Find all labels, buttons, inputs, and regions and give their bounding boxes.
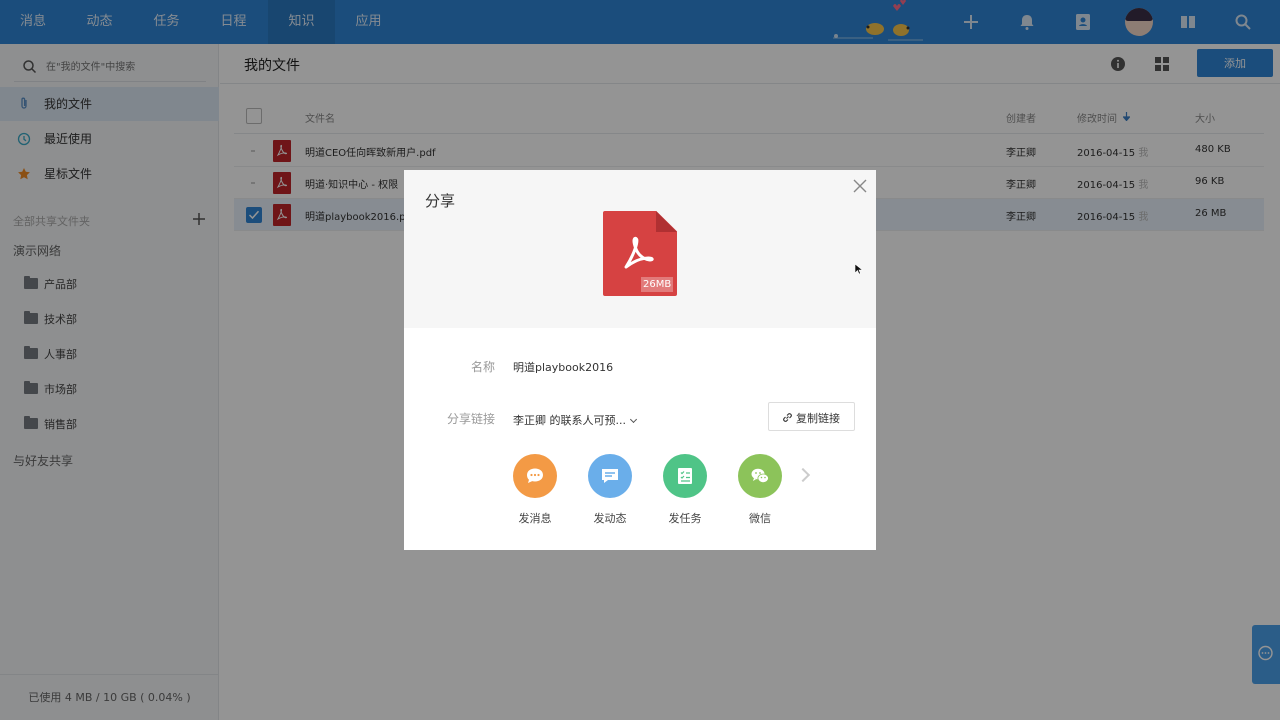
mouse-cursor-icon — [855, 264, 863, 274]
link-icon — [783, 413, 792, 422]
post-icon — [588, 454, 632, 498]
copy-link-label: 复制链接 — [796, 412, 840, 425]
chevron-right-icon[interactable] — [795, 467, 811, 483]
share-option-label: 发动态 — [593, 512, 627, 525]
wechat-icon — [738, 454, 782, 498]
share-via-task[interactable]: 发任务 — [655, 454, 715, 526]
name-label: 名称 — [470, 360, 495, 374]
copy-link-button[interactable]: 复制链接 — [768, 402, 855, 431]
close-icon[interactable] — [853, 179, 867, 193]
task-icon — [663, 454, 707, 498]
share-link-value: 李正卿 的联系人可预... — [513, 414, 626, 427]
share-dialog: 分享 26MB 名称 明道playbook2016 分享链接 李正卿 的联系人可… — [404, 170, 876, 550]
share-link-label: 分享链接 — [446, 412, 495, 426]
file-size-badge: 26MB — [641, 277, 674, 292]
pdf-file-preview-icon: 26MB — [603, 211, 677, 296]
chevron-down-icon — [629, 415, 638, 424]
share-via-post[interactable]: 发动态 — [580, 454, 640, 526]
share-link-permission-dropdown[interactable]: 李正卿 的联系人可预... — [513, 412, 638, 428]
share-via-message[interactable]: 发消息 — [505, 454, 565, 526]
chat-bubble-icon — [513, 454, 557, 498]
dialog-title: 分享 — [425, 192, 456, 210]
share-option-label: 发任务 — [668, 512, 702, 525]
share-option-label: 微信 — [749, 512, 771, 525]
share-via-wechat[interactable]: 微信 — [730, 454, 790, 526]
name-value: 明道playbook2016 — [513, 361, 614, 374]
share-option-label: 发消息 — [518, 512, 552, 525]
